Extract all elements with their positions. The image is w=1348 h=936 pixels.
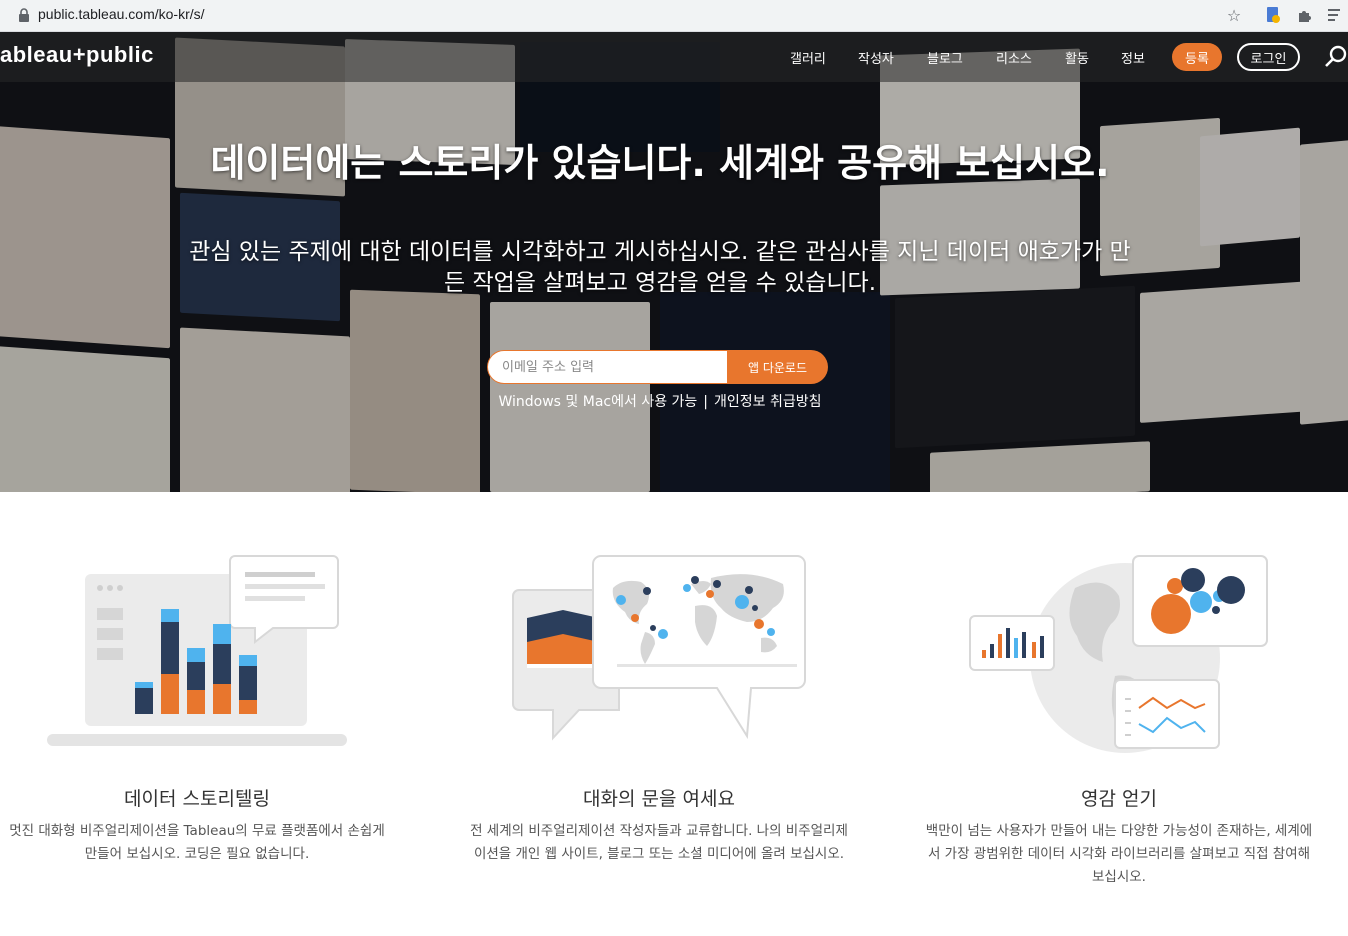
nav-resources[interactable]: 리소스 xyxy=(996,48,1032,67)
browser-toolbar: public.tableau.com/ko-kr/s/ ☆ xyxy=(0,0,1348,32)
email-input[interactable] xyxy=(487,350,727,384)
hero-headline: 데이터에는 스토리가 있습니다. 세계와 공유해 보십시오. xyxy=(210,141,1110,185)
search-icon[interactable] xyxy=(1324,44,1348,68)
nav-activity[interactable]: 활동 xyxy=(1065,48,1089,67)
nav-authors[interactable]: 작성자 xyxy=(858,48,894,67)
signup-form: 앱 다운로드 xyxy=(487,350,828,384)
extensions-puzzle-icon[interactable] xyxy=(1294,4,1316,26)
reading-list-icon[interactable] xyxy=(1325,4,1347,26)
hero-section: ableau+public 갤러리 작성자 블로그 리소스 활동 정보 등록 로… xyxy=(0,32,1348,492)
feature-desc-storytelling: 멋진 대화형 비주얼리제이션을 Tableau의 무료 플랫폼에서 손쉽게 만들… xyxy=(9,823,385,862)
feature-title-storytelling: 데이터 스토리텔링 xyxy=(124,788,270,810)
feature-title-conversation: 대화의 문을 여세요 xyxy=(583,788,735,810)
storytelling-illustration xyxy=(47,555,347,746)
address-bar[interactable]: public.tableau.com/ko-kr/s/ xyxy=(38,6,205,22)
platform-availability: Windows 및 Mac에서 사용 가능 xyxy=(498,394,698,410)
top-navigation: ableau+public 갤러리 작성자 블로그 리소스 활동 정보 등록 로… xyxy=(0,32,1348,82)
download-app-button[interactable]: 앱 다운로드 xyxy=(727,350,828,384)
conversation-illustration xyxy=(512,555,806,741)
nav-about[interactable]: 정보 xyxy=(1121,48,1145,67)
inspiration-illustration xyxy=(969,555,1268,753)
tableau-public-logo[interactable]: ableau+public xyxy=(0,42,154,68)
lock-icon xyxy=(19,8,29,22)
feature-desc-conversation: 전 세계의 비주얼리제이션 작성자들과 교류합니다. 나의 비주얼리제이션을 개… xyxy=(470,823,848,862)
register-button[interactable]: 등록 xyxy=(1172,43,1222,71)
nav-gallery[interactable]: 갤러리 xyxy=(790,48,826,67)
feature-desc-inspiration: 백만이 넘는 사용자가 만들어 내는 다양한 가능성이 존재하는, 세계에서 가… xyxy=(925,823,1313,885)
extension-doc-icon[interactable] xyxy=(1262,4,1284,26)
separator: | xyxy=(703,394,709,410)
login-button[interactable]: 로그인 xyxy=(1237,43,1300,71)
availability-line: Windows 및 Mac에서 사용 가능 | 개인정보 취급방침 xyxy=(380,391,940,411)
feature-title-inspiration: 영감 얻기 xyxy=(1081,788,1157,810)
privacy-policy-link[interactable]: 개인정보 취급방침 xyxy=(714,394,822,410)
bookmark-star-icon[interactable]: ☆ xyxy=(1223,4,1245,26)
hero-subheadline: 관심 있는 주제에 대한 데이터를 시각화하고 게시하십시오. 같은 관심사를 … xyxy=(189,239,1131,296)
nav-blog[interactable]: 블로그 xyxy=(927,48,963,67)
